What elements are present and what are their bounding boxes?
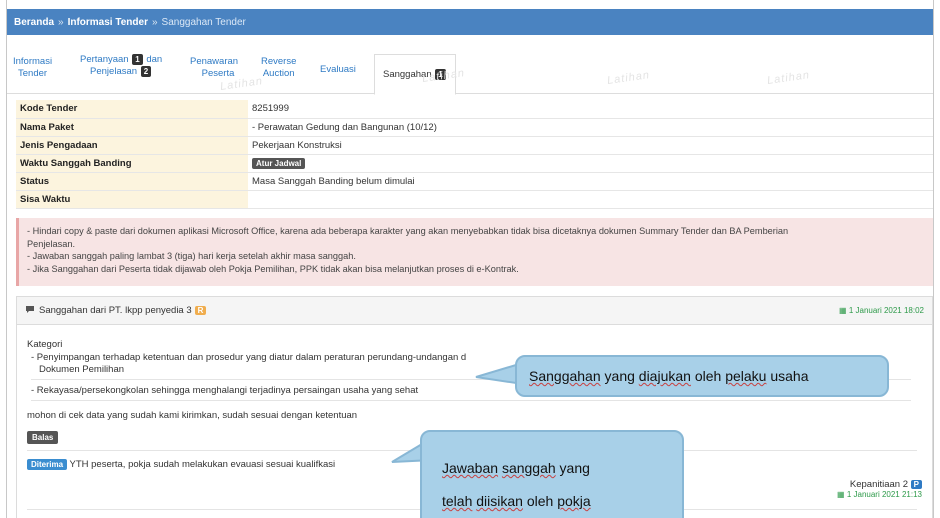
tab-reverse-auction[interactable]: Reverse Auction [261,56,296,80]
warning-line: - Hindari copy & paste dari dokumen apli… [27,226,789,236]
balas-button[interactable]: Balas [27,431,59,444]
reply-text: YTH peserta, pokja sudah melakukan evaua… [69,459,336,470]
reply-date: ▦ 1 Januari 2021 21:13 [837,490,922,499]
status-value: Masa Sanggah Banding belum dimulai [248,172,933,191]
jenis-pengadaan-value: Pekerjaan Konstruksi [248,136,933,155]
nama-paket-value: - Perawatan Gedung dan Bangunan (10/12) [248,118,933,137]
comment-icon [25,305,35,316]
tab-label: Auction [262,68,295,79]
role-badge: R [194,306,207,315]
tab-label: dan [146,54,163,65]
callout-word: oleh [522,493,558,509]
table-row: Jenis Pengadaan Pekerjaan Konstruksi [16,136,933,155]
callout-jawaban: Jawaban sanggah yang telah diisikan oleh… [420,430,684,518]
tab-label: Evaluasi [320,64,356,75]
callout-word: telah [442,493,473,509]
sanggahan-date: ▦ 1 Januari 2021 18:02 [839,306,924,315]
waktu-sanggah-banding-value: Atur Jadwal [248,154,933,173]
table-row: Waktu Sanggah Banding Atur Jadwal [16,154,933,173]
callout-word: yang [600,368,639,384]
atur-jadwal-button[interactable]: Atur Jadwal [252,157,306,169]
diterima-badge: Diterima [27,459,68,470]
tender-info-table: Kode Tender 8251999 Nama Paket - Perawat… [16,100,933,209]
date-text: 1 Januari 2021 18:02 [848,306,924,315]
warning-line: Penjelasan. [27,238,76,249]
callout-word: oleh [690,368,726,384]
watermark: Latihan [606,69,651,87]
breadcrumb-separator: » [151,16,158,28]
tab-label: Penawaran [190,56,239,67]
reply-row: Diterima YTH peserta, pokja sudah melaku… [27,459,335,470]
tab-informasi-tender[interactable]: Informasi Tender [13,56,52,80]
role-badge: P [910,480,922,489]
table-row: Kode Tender 8251999 [16,100,933,119]
warning-alert: - Hindari copy & paste dari dokumen apli… [16,218,933,286]
callout-word: Sanggahan [529,368,601,384]
screenshot-frame: Beranda » Informasi Tender » Sanggahan T… [0,0,940,518]
status-label: Status [16,172,248,191]
tab-pertanyaan-penjelasan[interactable]: Pertanyaan 1 dan Penjelasan 2 [80,54,162,78]
waktu-sanggah-banding-label: Waktu Sanggah Banding [16,154,248,173]
callout-word: usaha [766,368,809,384]
table-row: Nama Paket - Perawatan Gedung dan Bangun… [16,118,933,137]
divider [31,400,911,401]
calendar-icon: ▦ [837,490,847,499]
jenis-pengadaan-label: Jenis Pengadaan [16,136,248,155]
tab-label: Tender [18,68,48,79]
breadcrumb: Beranda » Informasi Tender » Sanggahan T… [7,9,933,35]
sisa-waktu-label: Sisa Waktu [16,190,248,209]
tab-label: Penjelasan [90,66,138,77]
callout-word: diisikan [476,493,523,509]
breadcrumb-info-tender[interactable]: Informasi Tender [68,17,148,28]
callout-text: Jawaban sanggah yang telah diisikan oleh… [442,452,682,518]
table-row: Sisa Waktu [16,190,933,209]
breadcrumb-current: Sanggahan Tender [161,16,246,28]
nama-paket-label: Nama Paket [16,118,248,137]
watermark: Latihan [766,69,811,87]
callout-word: yang [555,460,590,476]
callout-word: pelaku [725,368,767,384]
callout-word: Jawaban [442,460,499,476]
kategori-item: - Rekayasa/persekongkolan sehingga mengh… [31,385,419,396]
callout-word: pokja [557,493,591,509]
callout-sanggahan: Sanggahan yang diajukan oleh pelaku usah… [515,355,889,397]
calendar-icon: ▦ [839,306,849,315]
date-text: 1 Januari 2021 21:13 [846,490,922,499]
count-badge: 2 [140,66,152,77]
tab-evaluasi[interactable]: Evaluasi [320,64,356,76]
reply-author: Kepanitiaan 2 [849,479,909,490]
kategori-item-continued: Dokumen Pemilihan [39,364,125,375]
tab-label: Peserta [201,68,235,79]
kode-tender-label: Kode Tender [16,100,248,119]
tab-label: Pertanyaan [80,54,129,65]
warning-line: - Jawaban sanggah paling lambat 3 (tiga)… [27,251,356,261]
sanggahan-message: mohon di cek data yang sudah kami kirimk… [27,410,358,421]
count-badge: 1 [132,54,143,65]
warning-line: - Jika Sanggahan dari Peserta tidak dija… [27,263,519,274]
breadcrumb-home[interactable]: Beranda [14,17,54,28]
tab-label: Informasi [13,56,53,67]
callout-text: Sanggahan yang diajukan oleh pelaku usah… [529,368,809,384]
callout-word: diajukan [638,368,691,384]
callout-pointer [475,363,517,385]
kode-tender-value: 8251999 [248,100,933,119]
sanggahan-title: Sanggahan dari PT. lkpp penyedia 3 [39,305,192,316]
breadcrumb-separator: » [58,16,64,28]
sisa-waktu-value [248,190,933,209]
sanggahan-panel-header: Sanggahan dari PT. lkpp penyedia 3 R ▦ 1… [17,297,932,325]
table-row: Status Masa Sanggah Banding belum dimula… [16,172,933,191]
tab-bar: Informasi Tender Pertanyaan 1 dan Penjel… [7,42,933,95]
tab-penawaran-peserta[interactable]: Penawaran Peserta [190,56,238,80]
callout-word: sanggah [501,460,556,476]
kategori-label: Kategori [27,339,63,350]
tab-label: Reverse [261,56,297,67]
reply-author-block: Kepanitiaan 2 P ▦ 1 Januari 2021 21:13 [837,479,922,499]
kategori-item: - Penyimpangan terhadap ketentuan dan pr… [31,352,467,363]
sanggahan-panel-body: Kategori - Penyimpangan terhadap ketentu… [17,325,932,510]
